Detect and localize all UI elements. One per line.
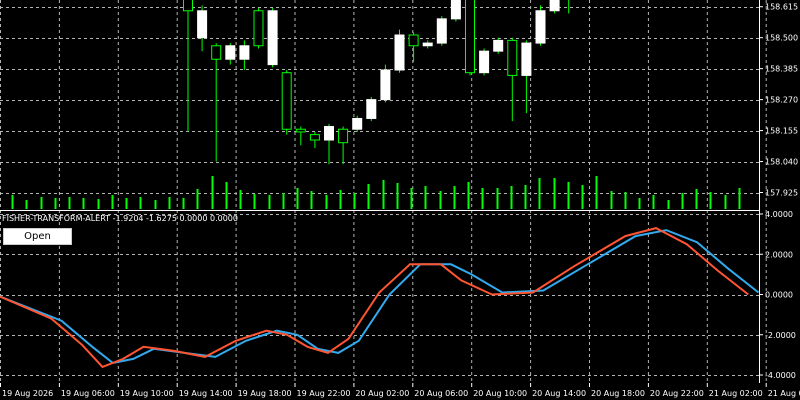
price-tick-label: 158.615 (765, 3, 798, 12)
indicator-tick-label: 0.0000 (765, 291, 793, 300)
indicator-tick-label: -2.0000 (765, 331, 796, 340)
candle-body (549, 0, 560, 12)
candle-body (225, 45, 236, 60)
candle-body (507, 39, 518, 76)
indicator-tick-label: 4.0000 (765, 210, 793, 219)
price-tick-label: 158.500 (765, 34, 798, 43)
candle-body (408, 34, 419, 47)
candle-body (493, 39, 504, 52)
candle-body (479, 50, 490, 74)
time-tick-label: 21 Aug 06:00 (768, 389, 800, 398)
time-tick-label: 19 Aug 18:00 (238, 389, 292, 398)
time-tick-label: 20 Aug 06:00 (414, 389, 468, 398)
candle-body (295, 128, 306, 133)
price-tick-label: 157.925 (765, 189, 798, 198)
candle-body (394, 34, 405, 71)
time-tick-label: 20 Aug 22:00 (650, 389, 704, 398)
price-tick-label: 158.155 (765, 127, 798, 136)
indicator-tick-label: 2.0000 (765, 250, 793, 259)
time-tick-label: 19 Aug 14:00 (179, 389, 233, 398)
time-tick-label: 19 Aug 10:00 (120, 389, 174, 398)
candle-body (183, 0, 193, 12)
candle-body (521, 42, 532, 76)
candle-body (211, 45, 222, 60)
time-tick-label: 21 Aug 02:00 (709, 389, 763, 398)
candle-body (324, 126, 334, 141)
candle-body (281, 72, 292, 130)
candle-body (380, 69, 391, 101)
price-tick-label: 158.385 (765, 65, 798, 74)
candle-body (465, 0, 475, 74)
candle-body (253, 10, 264, 47)
price-tick-label: 158.270 (765, 96, 798, 105)
candle-body (436, 18, 447, 44)
time-tick-label: 20 Aug 10:00 (473, 389, 527, 398)
indicator-title: FISHER-TRANSFORM-ALERT -1.9204 -1.6275 0… (2, 214, 238, 223)
indicator-tick-label: -4.0000 (765, 371, 796, 380)
time-tick-label: 19 Aug 06:00 (61, 389, 115, 398)
time-tick-label: 19 Aug 22:00 (297, 389, 351, 398)
candle-body (309, 134, 320, 141)
time-tick-label: 19 Aug 2026 (2, 389, 53, 398)
candle-body (267, 10, 278, 66)
candle-body (352, 117, 363, 130)
price-tick-label: 158.040 (765, 158, 798, 167)
candle-body (338, 128, 349, 144)
time-tick-label: 20 Aug 02:00 (355, 389, 409, 398)
candle-body (239, 45, 250, 60)
time-tick-label: 20 Aug 18:00 (591, 389, 645, 398)
candle-body (422, 42, 433, 47)
open-button[interactable]: Open (3, 228, 72, 245)
candle-body (366, 99, 377, 119)
time-tick-label: 20 Aug 14:00 (532, 389, 586, 398)
candle-body (535, 10, 546, 44)
candle-body (197, 10, 208, 39)
candle-body (450, 0, 461, 20)
trading-chart[interactable]: 158.615 158.500 158.385 158.270 158.155 158.0… (0, 0, 800, 400)
